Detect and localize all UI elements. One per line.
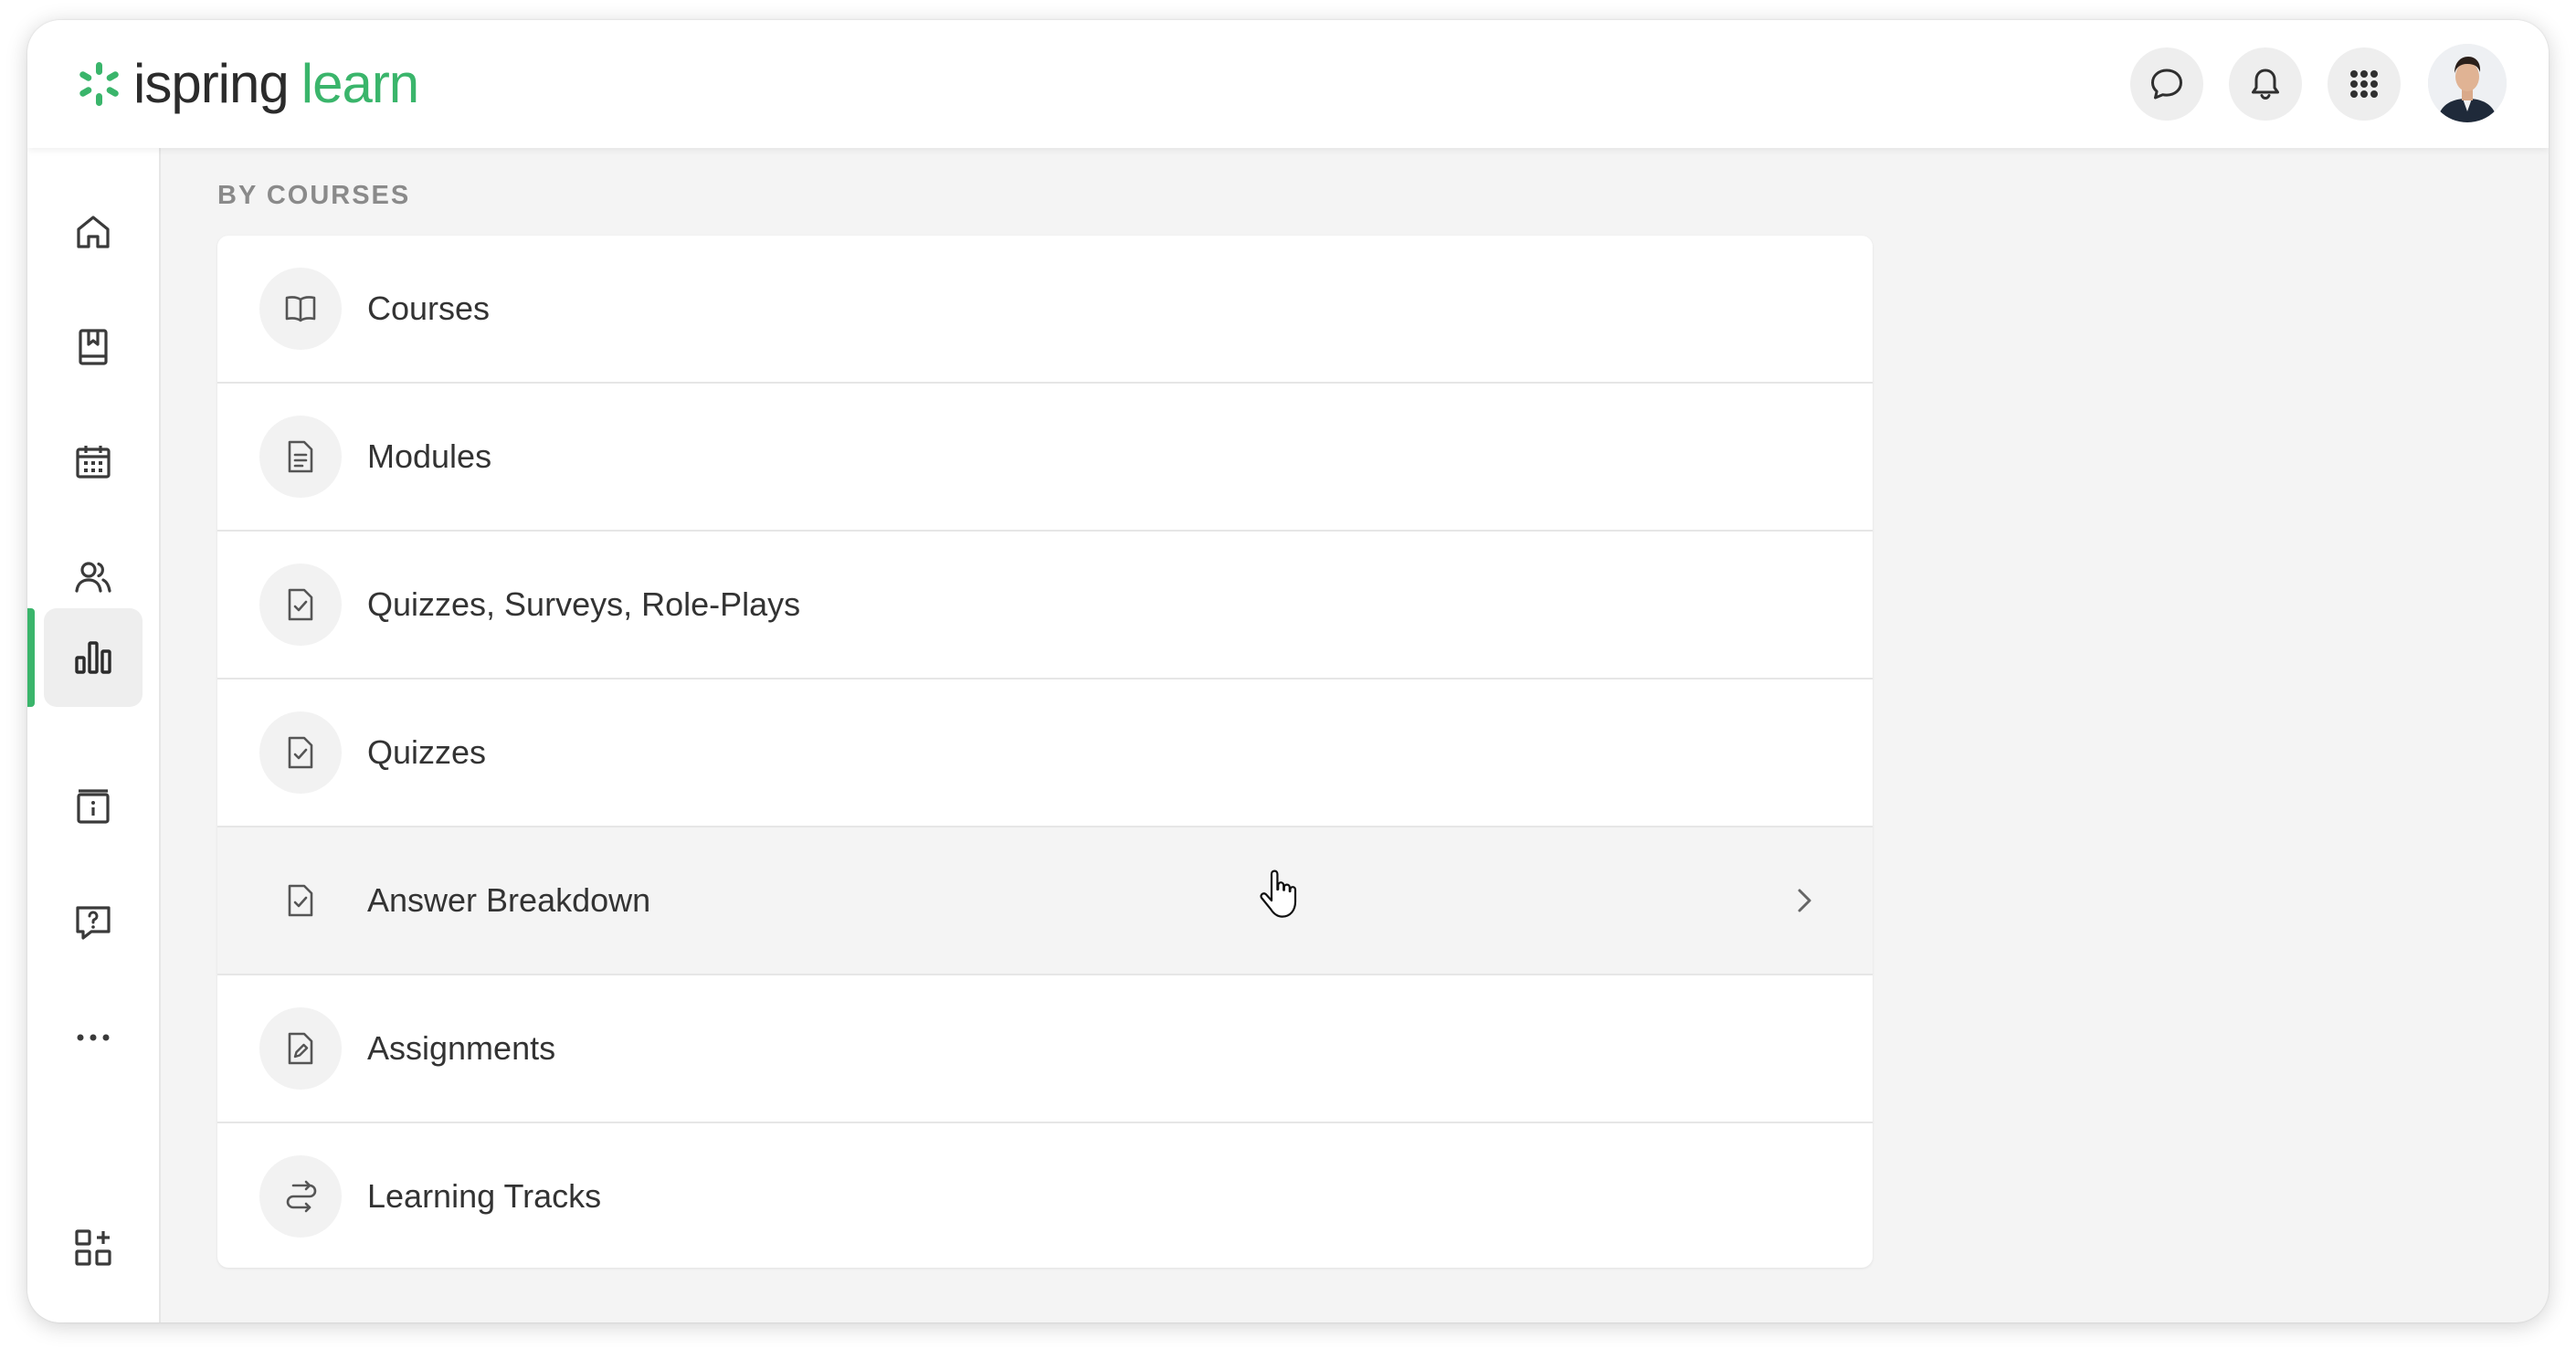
sidebar-item-info[interactable]	[44, 758, 143, 857]
app-window: ispring learn BY COURSES Courses Modules…	[27, 20, 2549, 1322]
users-icon	[75, 562, 111, 593]
add-widget-icon	[75, 1229, 111, 1266]
calendar-icon	[76, 446, 111, 479]
report-row-answer-breakdown[interactable]: Answer Breakdown	[217, 827, 1873, 975]
active-indicator	[27, 608, 35, 707]
apps-button[interactable]	[2328, 47, 2401, 121]
top-bar: ispring learn	[27, 20, 2549, 148]
help-chat-icon	[76, 906, 111, 940]
row-icon-wrap	[259, 564, 342, 646]
report-row-courses[interactable]: Courses	[217, 236, 1873, 384]
book-bookmark-icon	[79, 329, 108, 365]
row-icon-wrap	[259, 1007, 342, 1090]
home-icon	[77, 216, 110, 248]
report-row-learning-tracks[interactable]: Learning Tracks	[217, 1123, 1873, 1268]
row-label: Quizzes, Surveys, Role-Plays	[367, 585, 801, 623]
sidebar-item-reports[interactable]	[44, 608, 143, 707]
sidebar-item-add-widget[interactable]	[44, 1198, 143, 1297]
logo-text-primary: ispring	[133, 53, 290, 114]
row-label: Assignments	[367, 1029, 556, 1067]
bell-icon	[2252, 68, 2279, 100]
checked-doc-icon	[288, 736, 313, 769]
hand-cursor-icon	[1260, 869, 1297, 918]
document-icon	[288, 440, 313, 473]
section-title: BY COURSES	[217, 181, 411, 210]
row-icon-wrap	[259, 859, 342, 942]
more-icon	[77, 1034, 110, 1041]
chevron-right-icon	[1798, 889, 1811, 912]
report-row-quizzes[interactable]: Quizzes	[217, 680, 1873, 827]
row-icon-wrap	[259, 268, 342, 350]
checked-doc-icon	[288, 588, 313, 621]
row-label: Answer Breakdown	[367, 881, 651, 919]
logo-text-secondary: learn	[301, 53, 419, 114]
report-list: Courses Modules Quizzes, Surveys, Role-P…	[217, 236, 1873, 1268]
route-icon	[286, 1180, 317, 1213]
sidebar-item-learning[interactable]	[44, 298, 143, 396]
row-icon-wrap	[259, 416, 342, 498]
user-avatar[interactable]	[2428, 44, 2507, 122]
report-row-quizzes-surveys-roleplays[interactable]: Quizzes, Surveys, Role-Plays	[217, 532, 1873, 680]
info-box-icon	[77, 789, 110, 824]
row-label: Modules	[367, 437, 492, 475]
edit-doc-icon	[288, 1032, 313, 1065]
sidebar-item-home[interactable]	[44, 183, 143, 281]
row-label: Courses	[367, 290, 491, 327]
checked-doc-icon	[288, 884, 313, 917]
logo[interactable]: ispring learn	[73, 47, 419, 121]
chat-button[interactable]	[2130, 47, 2203, 121]
sidebar-item-more[interactable]	[44, 988, 143, 1087]
avatar-portrait-icon	[2428, 44, 2507, 122]
row-label: Quizzes	[367, 733, 487, 771]
report-row-assignments[interactable]: Assignments	[217, 975, 1873, 1123]
reports-chart-icon	[75, 641, 111, 674]
sidebar-item-calendar[interactable]	[44, 413, 143, 511]
notifications-button[interactable]	[2229, 47, 2302, 121]
sidebar-item-help[interactable]	[44, 873, 143, 972]
chat-bubble-icon	[2151, 68, 2182, 100]
open-book-icon	[285, 296, 316, 322]
grid-icon	[2350, 70, 2378, 98]
report-row-modules[interactable]: Modules	[217, 384, 1873, 532]
sidebar	[27, 148, 161, 1322]
row-label: Learning Tracks	[367, 1177, 602, 1215]
logo-mark-icon	[79, 62, 119, 106]
row-icon-wrap	[259, 711, 342, 794]
row-icon-wrap	[259, 1155, 342, 1238]
